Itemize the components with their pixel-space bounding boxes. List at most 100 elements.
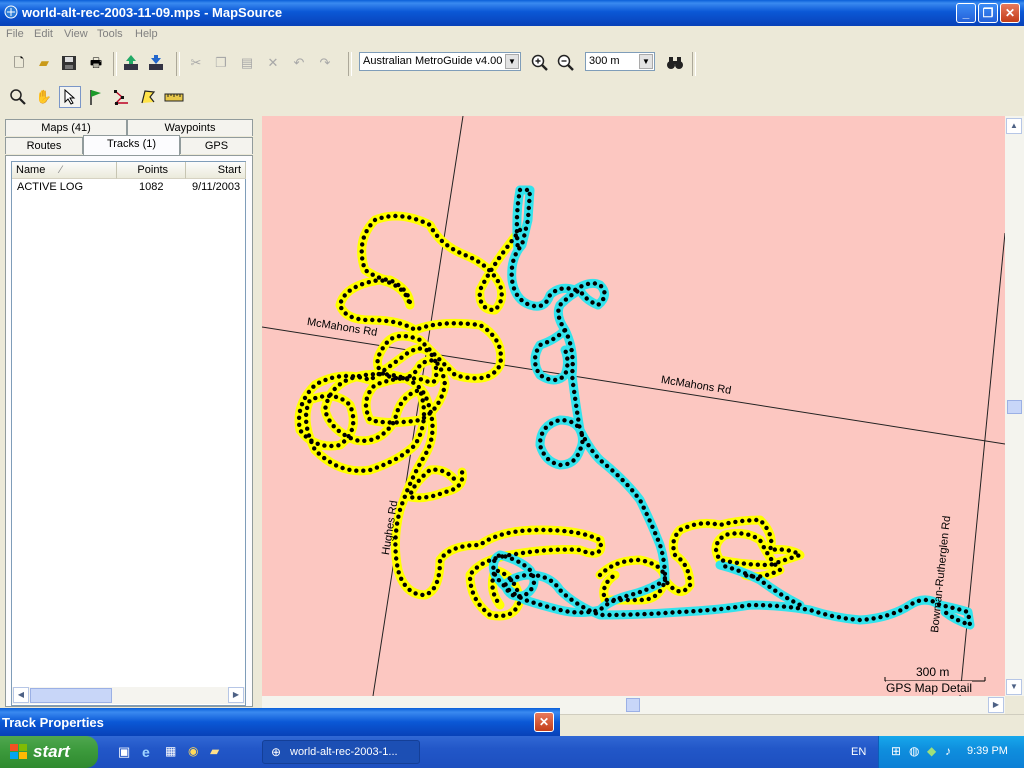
zoom-tool-icon[interactable] [7, 86, 29, 108]
track-point [456, 483, 461, 488]
send-to-device-icon[interactable] [120, 52, 142, 74]
mapsource-app-icon[interactable] [4, 5, 18, 19]
column-header-start[interactable]: Start [186, 162, 246, 179]
track-point [671, 539, 676, 544]
route-tool-icon[interactable] [111, 86, 133, 108]
internet-explorer-icon[interactable]: e [142, 744, 158, 760]
track-properties-dialog[interactable]: Track Properties ✕ [0, 708, 560, 736]
find-binoculars-icon[interactable] [664, 52, 686, 74]
cut-icon[interactable]: ✂ [185, 52, 207, 74]
tab-maps[interactable]: Maps (41) [5, 119, 127, 136]
taskbar-task-mapsource[interactable]: ⊕ world-alt-rec-2003-1... [262, 740, 420, 764]
track-point [541, 527, 546, 533]
menu-file[interactable]: File [6, 28, 24, 40]
scroll-thumb[interactable] [1007, 400, 1022, 414]
scroll-thumb[interactable] [626, 698, 640, 712]
save-icon[interactable] [58, 52, 80, 74]
track-point [367, 416, 372, 422]
minimize-button[interactable]: _ [956, 3, 976, 23]
tray-app-icon[interactable]: ◆ [927, 744, 936, 758]
list-horizontal-scrollbar[interactable]: ◀ ▶ [12, 687, 245, 704]
scroll-left-arrow[interactable]: ◀ [13, 687, 29, 703]
track-point [509, 265, 515, 270]
track-point [370, 317, 375, 323]
table-row[interactable]: ACTIVE LOG 1082 9/11/2003 [12, 179, 245, 195]
delete-icon[interactable]: ✕ [262, 52, 284, 74]
show-desktop-icon[interactable]: ▣ [118, 744, 134, 760]
print-icon[interactable]: 🖶 [85, 52, 107, 74]
chevron-down-icon[interactable]: ▼ [505, 54, 519, 69]
zoom-level-select[interactable]: 300 m ▼ [585, 52, 655, 71]
track-point [963, 609, 969, 614]
receive-from-device-icon[interactable] [145, 52, 167, 74]
track-list[interactable]: Name ⁄ Points Start ACTIVE LOG 1082 9/11… [11, 161, 246, 706]
menu-tools[interactable]: Tools [97, 28, 123, 40]
track-point [482, 607, 487, 613]
hand-pan-icon[interactable]: ✋ [33, 86, 55, 108]
track-point [372, 217, 378, 223]
track-point [747, 518, 752, 523]
redo-icon[interactable]: ↷ [314, 52, 336, 74]
scroll-down-arrow[interactable]: ▼ [1006, 679, 1022, 695]
menu-edit[interactable]: Edit [34, 28, 53, 40]
track-point [726, 520, 731, 526]
new-file-icon[interactable]: 🗋 [8, 52, 30, 74]
chevron-down-icon[interactable]: ▼ [639, 54, 653, 69]
menu-help[interactable]: Help [135, 28, 158, 40]
zoom-in-icon[interactable] [529, 52, 551, 74]
tab-tracks[interactable]: Tracks (1) [83, 135, 180, 156]
security-icon[interactable]: ◍ [909, 744, 919, 758]
track-point [346, 401, 351, 406]
scroll-thumb[interactable] [30, 688, 112, 703]
track-point [527, 549, 533, 555]
track-point [476, 259, 481, 264]
track-point [421, 405, 426, 410]
track-point [496, 553, 501, 558]
dialog-close-button[interactable]: ✕ [534, 712, 554, 732]
tab-routes[interactable]: Routes [5, 137, 83, 154]
track-point [325, 398, 330, 404]
copy-icon[interactable]: ❐ [210, 52, 232, 74]
media-player-icon[interactable]: ▦ [165, 744, 181, 760]
network-icon[interactable]: ⊞ [891, 744, 901, 758]
scroll-up-arrow[interactable]: ▲ [1006, 118, 1022, 134]
track-point [513, 529, 518, 534]
track-point [406, 299, 411, 304]
track-point [656, 581, 662, 586]
track-point [477, 602, 482, 607]
waypoint-flag-icon[interactable] [85, 86, 107, 108]
column-header-points[interactable]: Points [117, 162, 186, 179]
track-point [534, 549, 540, 554]
tab-gps[interactable]: GPS [180, 137, 253, 154]
map-view[interactable]: McMahons Rd McMahons Rd Hughes Rd Bowman… [262, 116, 1005, 696]
paste-icon[interactable]: ▤ [236, 52, 258, 74]
maximize-button[interactable]: ❐ [978, 3, 998, 23]
start-button[interactable]: start [0, 736, 98, 768]
undo-icon[interactable]: ↶ [288, 52, 310, 74]
track-tool-icon[interactable] [137, 86, 159, 108]
folder-icon[interactable]: ▰ [210, 744, 226, 760]
zoom-out-icon[interactable] [555, 52, 577, 74]
app-launcher-icon[interactable]: ◉ [188, 744, 204, 760]
track-point [332, 386, 337, 392]
map-vertical-scrollbar[interactable]: ▲ ▼ [1005, 116, 1024, 696]
scroll-right-arrow[interactable]: ▶ [988, 697, 1004, 713]
track-point [429, 437, 434, 442]
distance-ruler-icon[interactable] [163, 86, 185, 108]
select-arrow-icon[interactable] [59, 86, 81, 108]
close-button[interactable]: ✕ [1000, 3, 1020, 23]
track-point [538, 303, 544, 308]
track-point [441, 553, 446, 558]
volume-icon[interactable]: ♪ [945, 744, 951, 758]
track-point [381, 462, 386, 468]
column-header-name[interactable]: Name ⁄ [12, 162, 117, 179]
clock[interactable]: 9:39 PM [967, 745, 1008, 757]
open-folder-icon[interactable]: ▰ [33, 52, 55, 74]
language-indicator[interactable]: EN [851, 746, 866, 758]
scroll-right-arrow[interactable]: ▶ [228, 687, 244, 703]
menu-view[interactable]: View [64, 28, 88, 40]
track-point [515, 236, 520, 241]
track-point [788, 605, 794, 610]
map-product-select[interactable]: Australian MetroGuide v4.00 ▼ [359, 52, 521, 71]
tab-waypoints[interactable]: Waypoints [127, 119, 253, 136]
